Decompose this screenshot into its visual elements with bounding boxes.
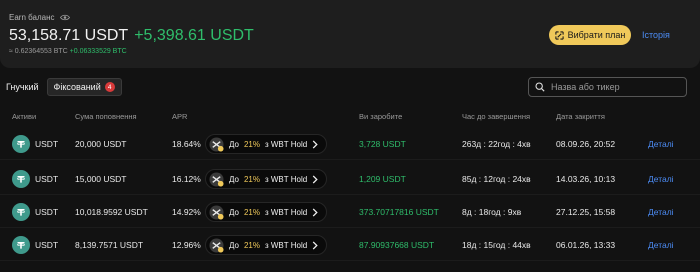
promo-suffix: з WBT Hold [264,240,308,250]
earn-value: 87.90937668 USDT [359,240,435,250]
chevron-right-icon [312,175,318,184]
promo-pct: 21% [243,207,260,217]
time-left: 263д : 22год : 4хв [462,139,531,149]
earn-value: 373.70717816 USDT [359,207,439,217]
promo-suffix: з WBT Hold [264,207,308,217]
search-input[interactable] [551,82,681,92]
balance-summary-panel: Earn баланс 53,158.71 USDT +5,398.61 USD… [0,0,700,68]
balance-gain: +5,398.61 USDT [134,27,254,44]
tab-flexible-label: Гнучкий [6,82,39,92]
wbt-hold-promo[interactable]: До 21% з WBT Hold [205,235,327,255]
plan-icon [554,30,564,40]
wbt-icon [209,204,224,220]
asset-coin [12,236,30,254]
choose-plan-label: Вибрати план [567,30,626,40]
promo-prefix: До [229,240,239,250]
wbt-hold-promo[interactable]: До 21% з WBT Hold [205,169,327,189]
asset-name: USDT [35,139,59,149]
details-link[interactable]: Деталі [648,240,674,250]
earn-value: 1,209 USDT [359,174,406,184]
earn-value: 3,728 USDT [359,139,406,149]
tab-bar: Гнучкий Фіксований 4 [0,78,122,96]
details-link[interactable]: Деталі [648,207,674,217]
apr-value: 14.92% [172,207,201,217]
promo-prefix: До [229,174,239,184]
wbt-icon [209,237,224,253]
tether-icon [17,242,25,249]
table-row: USDT 10,018.9592 USDT 14.92% До 21% з WBT Hol… [0,198,700,228]
wbt-icon [209,171,224,187]
balance-amount: 53,158.71 USDT [9,27,129,44]
table-row: USDT 20,000 USDT 18.64% До 21% з WBT Hold 3,72… [0,130,700,160]
search-icon [535,82,545,92]
column-header-earn: Ви заробите [359,112,403,121]
asset-coin [12,170,30,188]
column-header-apr: APR [172,112,188,121]
column-header-assets: Активи [12,112,37,121]
tab-fixed-label: Фіксований [53,82,101,92]
table-row: USDT 15,000 USDT 16.12% До 21% з WBT Hold 1,20… [0,165,700,195]
table-header: Активи Сума поповнення APR Ви заробите Ч… [0,108,700,126]
balance-title: Earn баланс [9,13,70,22]
table-row: USDT 8,139.7571 USDT 12.96% До 21% з WBT Hold… [0,231,700,261]
tether-icon [17,176,25,183]
wbt-icon [209,136,224,152]
asset-coin [12,135,30,153]
promo-suffix: з WBT Hold [264,174,308,184]
deposit-amount: 10,018.9592 USDT [75,207,148,217]
deposit-amount: 8,139.7571 USDT [75,240,144,250]
apr-value: 16.12% [172,174,201,184]
balance-title-label: Earn баланс [9,13,55,22]
tab-fixed[interactable]: Фіксований 4 [46,78,122,96]
details-link[interactable]: Деталі [648,174,674,184]
column-header-close-date: Дата закриття [556,112,605,121]
search-box[interactable] [528,77,687,97]
column-header-time-left: Час до завершення [462,112,531,121]
promo-prefix: До [229,139,239,149]
asset-name: USDT [35,240,59,250]
promo-pct: 21% [243,139,260,149]
close-date: 08.09.26, 20:52 [556,139,616,149]
column-header-amount: Сума поповнення [75,112,137,121]
apr-value: 12.96% [172,240,201,250]
wbt-hold-promo[interactable]: До 21% з WBT Hold [205,202,327,222]
details-link[interactable]: Деталі [648,139,674,149]
chevron-right-icon [312,140,318,149]
tether-icon [17,141,25,148]
choose-plan-button[interactable]: Вибрати план [549,25,631,45]
deposit-amount: 20,000 USDT [75,139,127,149]
apr-value: 18.64% [172,139,201,149]
balance-line: 53,158.71 USDT +5,398.61 USDT [9,27,254,45]
close-date: 14.03.26, 10:13 [556,174,616,184]
chevron-right-icon [312,208,318,217]
eye-icon[interactable] [59,14,70,21]
btc-gain: +0.06333529 BTC [69,48,127,55]
asset-name: USDT [35,174,59,184]
time-left: 85д : 12год : 24хв [462,174,531,184]
promo-suffix: з WBT Hold [264,139,308,149]
deposit-amount: 15,000 USDT [75,174,127,184]
wbt-hold-promo[interactable]: До 21% з WBT Hold [205,134,327,154]
btc-equivalent-value: ≈ 0.62364553 BTC [9,48,68,55]
time-left: 8д : 18год : 9хв [462,207,522,217]
time-left: 18д : 15год : 44хв [462,240,531,250]
asset-coin [12,203,30,221]
close-date: 27.12.25, 15:58 [556,207,616,217]
tether-icon [17,209,25,216]
close-date: 06.01.26, 13:33 [556,240,616,250]
promo-prefix: До [229,207,239,217]
tab-flexible[interactable]: Гнучкий [0,78,45,96]
promo-pct: 21% [243,174,260,184]
chevron-right-icon [312,241,318,250]
promo-pct: 21% [243,240,260,250]
asset-name: USDT [35,207,59,217]
btc-equivalent: ≈ 0.62364553 BTC +0.06333529 BTC [9,48,127,55]
history-link[interactable]: Історія [642,30,670,40]
tab-fixed-badge: 4 [104,82,115,92]
